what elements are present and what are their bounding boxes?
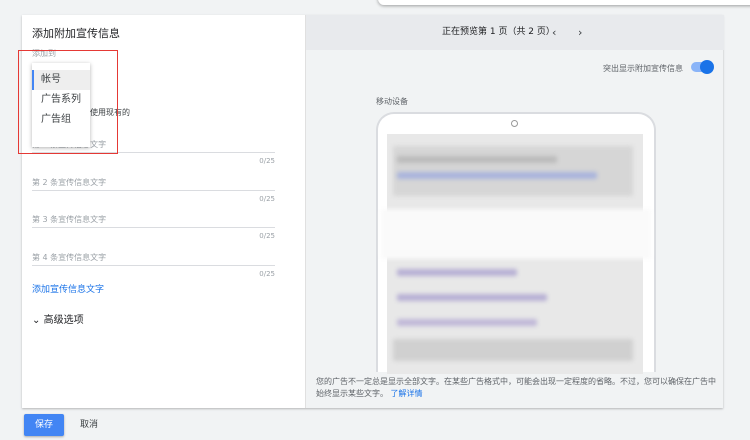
save-button[interactable]: 保存 [24, 414, 64, 436]
callout-field-2[interactable]: 第 2 条宣传信息文字 0/25 [32, 177, 275, 203]
device-label: 移动设备 [376, 97, 408, 106]
highlight-toggle[interactable] [691, 60, 714, 74]
mobile-phone-frame [376, 112, 656, 374]
char-counter: 0/25 [259, 157, 275, 165]
preview-note: 您的广告不一定总是显示全部文字。在某些广告格式中，可能会出现一定程度的省略。不过… [316, 376, 716, 400]
field-label: 第 4 条宣传信息文字 [32, 252, 275, 266]
preview-header: 正在预览第 1 页（共 2 页） ‹ › [306, 15, 724, 50]
preview-panel: 正在预览第 1 页（共 2 页） ‹ › 突出显示附加宣传信息 移动设备 您的广… [305, 15, 724, 408]
note-text: 您的广告不一定总是显示全部文字。在某些广告格式中，可能会出现一定程度的省略。不过… [316, 377, 716, 398]
prev-page-button[interactable]: ‹ [552, 15, 556, 50]
callout-field-4[interactable]: 第 4 条宣传信息文字 0/25 [32, 252, 275, 278]
field-label: 第 2 条宣传信息文字 [32, 177, 275, 191]
learn-more-link[interactable]: 了解详情 [391, 389, 423, 398]
advanced-options-toggle[interactable]: ⌄ 高级选项 [32, 311, 84, 326]
char-counter: 0/25 [259, 195, 275, 203]
char-counter: 0/25 [259, 232, 275, 240]
add-callout-link[interactable]: 添加宣传信息文字 [32, 282, 104, 295]
camera-icon [511, 120, 518, 127]
blurred-ad-preview [381, 134, 651, 374]
browser-popup-edge [378, 0, 750, 5]
next-page-button[interactable]: › [578, 15, 582, 50]
advanced-label: 高级选项 [43, 315, 84, 326]
field-label: 第 3 条宣传信息文字 [32, 214, 275, 228]
page-indicator: 正在预览第 1 页（共 2 页） [442, 27, 555, 37]
callout-extension-dialog: 添加附加宣传信息 添加到 使用现有的 第 1 条宣传信息文字0/25 第 2 条… [18, 15, 724, 408]
dialog-title: 添加附加宣传信息 [32, 27, 120, 40]
char-counter: 0/25 [259, 270, 275, 278]
highlight-label: 突出显示附加宣传信息 [603, 64, 683, 73]
annotation-highlight-box [18, 50, 118, 154]
chevron-down-icon: ⌄ [32, 315, 41, 326]
callout-field-3[interactable]: 第 3 条宣传信息文字 0/25 [32, 214, 275, 240]
cancel-button[interactable]: 取消 [80, 414, 98, 436]
